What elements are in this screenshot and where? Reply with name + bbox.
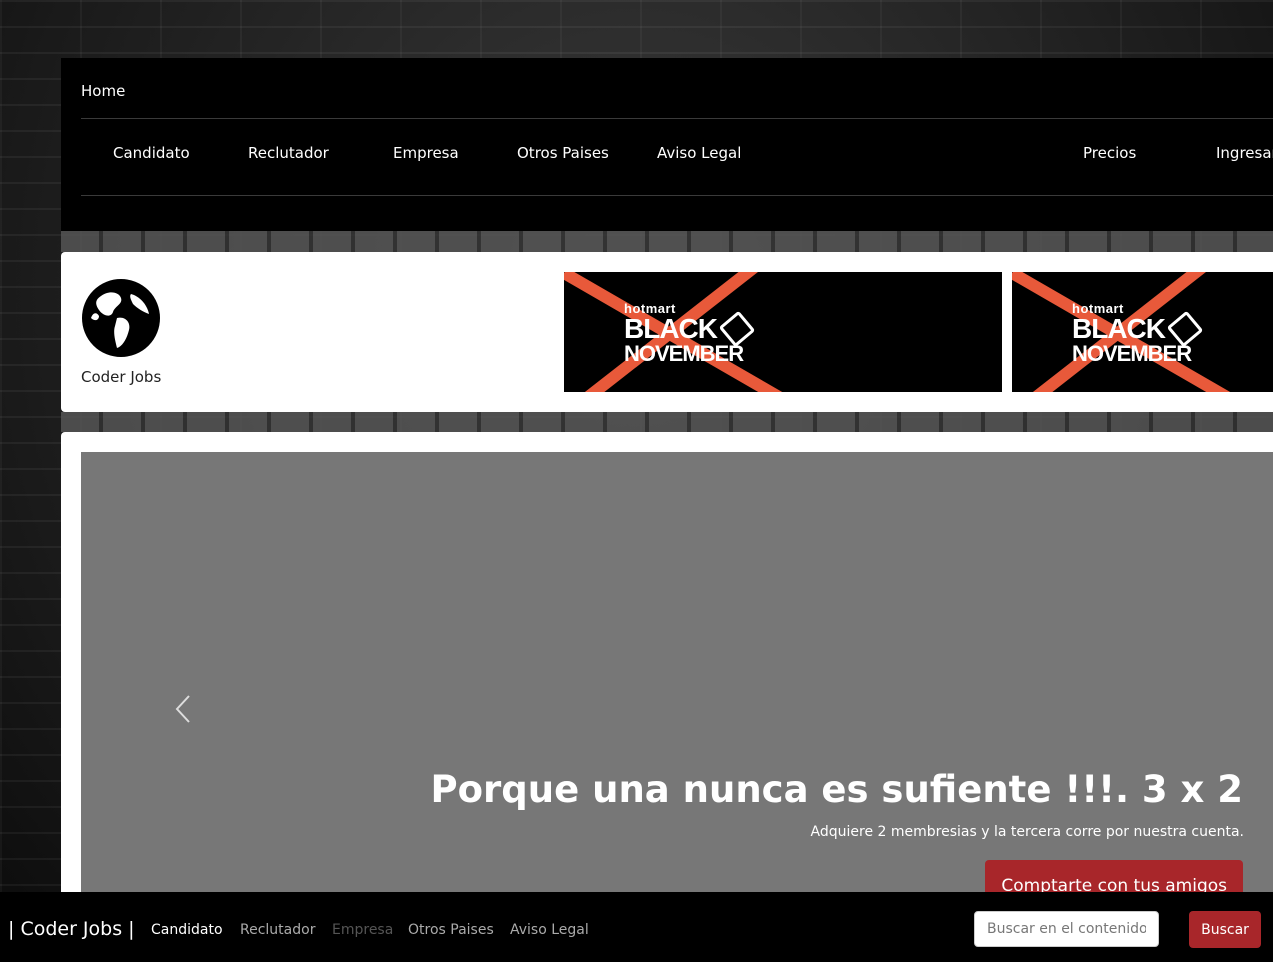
nav-link-precios[interactable]: Precios	[1083, 144, 1136, 162]
nav-link-otros-paises[interactable]: Otros Paises	[517, 144, 609, 162]
carousel-caption-subtitle: Adquiere 2 membresias y la tercera corre…	[810, 824, 1244, 840]
chevron-left-icon[interactable]	[169, 692, 197, 726]
background-strip-middle	[61, 412, 1273, 432]
carousel: Porque una nunca es sufiente !!!. 3 x 2 …	[81, 452, 1273, 912]
banner-brand-line2: NOVEMBER	[624, 341, 744, 366]
footer-link-otros-paises[interactable]: Otros Paises	[408, 922, 494, 938]
banner-brand-line2: NOVEMBER	[1072, 341, 1192, 366]
search-button[interactable]: Buscar	[1189, 911, 1261, 948]
promo-banner[interactable]: hotmart BLACK NOVEMBER	[1012, 272, 1273, 392]
header-card: Coder Jobs hotmart BLACK NOVEMBER hotmar…	[61, 252, 1273, 412]
footer-link-candidato[interactable]: Candidato	[151, 922, 223, 938]
nav-link-ingresar[interactable]: Ingresar	[1216, 144, 1273, 162]
main-card: Porque una nunca es sufiente !!!. 3 x 2 …	[61, 432, 1273, 912]
nav-divider	[81, 118, 1273, 119]
footer-brand[interactable]: | Coder Jobs |	[8, 918, 135, 940]
nav-divider	[81, 195, 1273, 196]
logo-text: Coder Jobs	[81, 368, 162, 386]
footer-link-aviso-legal[interactable]: Aviso Legal	[510, 922, 589, 938]
bottom-navbar: | Coder Jobs | Candidato Reclutador Empr…	[0, 892, 1273, 962]
search-input[interactable]	[974, 911, 1159, 947]
nav-link-aviso-legal[interactable]: Aviso Legal	[657, 144, 741, 162]
carousel-caption-title: Porque una nunca es sufiente !!!. 3 x 2	[430, 768, 1243, 811]
globe-icon[interactable]	[81, 278, 161, 358]
promo-banner[interactable]: hotmart BLACK NOVEMBER	[564, 272, 1002, 392]
top-navbar: Home Candidato Reclutador Empresa Otros …	[61, 58, 1273, 231]
footer-link-empresa[interactable]: Empresa	[332, 922, 393, 938]
nav-home-link[interactable]: Home	[81, 82, 125, 100]
background-strip-top	[61, 231, 1273, 252]
nav-link-reclutador[interactable]: Reclutador	[248, 144, 329, 162]
nav-link-candidato[interactable]: Candidato	[113, 144, 190, 162]
footer-link-reclutador[interactable]: Reclutador	[240, 922, 315, 938]
nav-link-empresa[interactable]: Empresa	[393, 144, 459, 162]
